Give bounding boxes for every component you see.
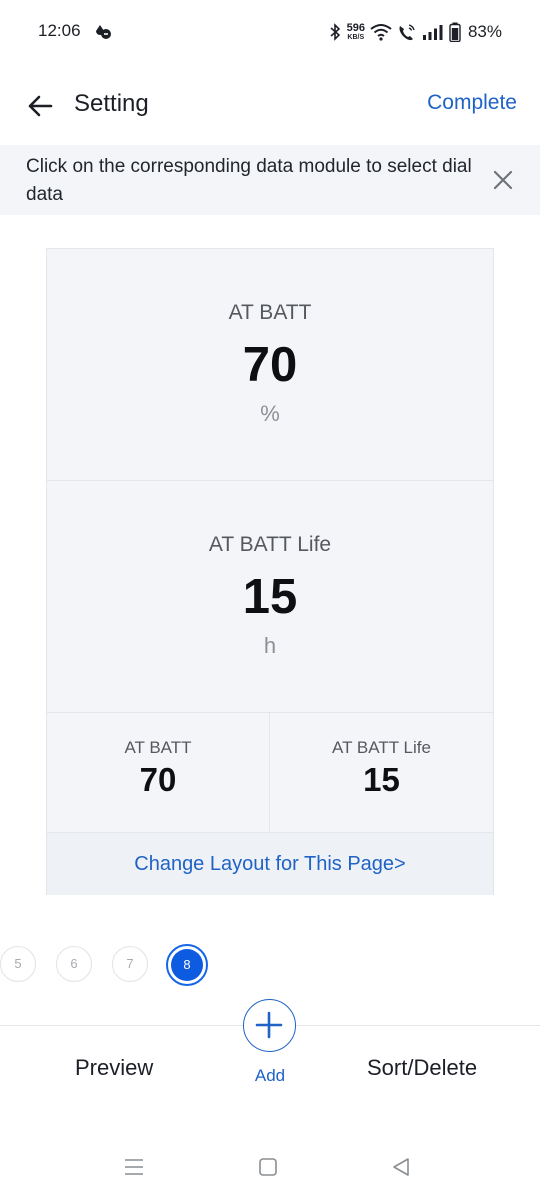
wifi-icon bbox=[370, 24, 392, 41]
page-dot-6[interactable]: 6 bbox=[56, 946, 92, 982]
page-indicator: 5 6 7 8 bbox=[0, 944, 540, 986]
preview-button[interactable]: Preview bbox=[75, 1055, 153, 1081]
system-navigation-bar bbox=[0, 1150, 540, 1184]
battery-icon bbox=[449, 22, 461, 42]
module-value: 70 bbox=[242, 338, 298, 392]
home-icon[interactable] bbox=[258, 1157, 278, 1177]
change-layout-link[interactable]: Change Layout for This Page> bbox=[47, 833, 493, 895]
page-dot-7[interactable]: 7 bbox=[112, 946, 148, 982]
data-module-4[interactable]: AT BATT Life 15 bbox=[270, 713, 493, 832]
page-dot-active-label: 8 bbox=[171, 949, 203, 981]
back-triangle-icon[interactable] bbox=[390, 1156, 412, 1178]
module-unit: % bbox=[260, 401, 280, 426]
bluetooth-icon bbox=[330, 23, 340, 41]
menu-icon[interactable] bbox=[124, 1157, 144, 1177]
data-module-3[interactable]: AT BATT 70 bbox=[47, 713, 270, 832]
add-button[interactable] bbox=[243, 999, 296, 1052]
page-title: Setting bbox=[74, 90, 149, 117]
plus-icon bbox=[255, 1011, 283, 1039]
signal-icon bbox=[422, 25, 443, 40]
add-label[interactable]: Add bbox=[240, 1066, 300, 1086]
sort-delete-button[interactable]: Sort/Delete bbox=[367, 1055, 477, 1081]
dnd-icon bbox=[96, 25, 111, 39]
net-speed-unit: KB/S bbox=[347, 34, 365, 41]
hint-banner: Click on the corresponding data module t… bbox=[0, 145, 540, 215]
header: Setting Complete bbox=[0, 76, 540, 134]
hint-text: Click on the corresponding data module t… bbox=[26, 156, 472, 205]
module-label: AT BATT bbox=[124, 738, 192, 757]
data-module-1[interactable]: AT BATT 70 % bbox=[47, 249, 493, 481]
dial-preview-card: AT BATT 70 % AT BATT Life 15 h AT BATT 7… bbox=[46, 248, 494, 895]
module-value: 70 bbox=[139, 761, 177, 798]
complete-button[interactable]: Complete bbox=[427, 91, 517, 115]
module-value: 15 bbox=[363, 761, 400, 798]
module-label: AT BATT Life bbox=[332, 738, 431, 757]
status-time: 12:06 bbox=[38, 21, 81, 40]
net-speed-value: 596 bbox=[346, 22, 365, 34]
module-label: AT BATT bbox=[228, 301, 312, 324]
back-arrow-icon[interactable] bbox=[26, 92, 54, 120]
close-icon[interactable] bbox=[491, 168, 515, 192]
module-value: 15 bbox=[242, 570, 298, 624]
data-module-2[interactable]: AT BATT Life 15 h bbox=[47, 481, 493, 713]
page-dot-5[interactable]: 5 bbox=[0, 946, 36, 982]
status-icons: 596 KB/S 83% bbox=[328, 20, 502, 44]
battery-percent: 83% bbox=[467, 22, 502, 41]
page-dot-active[interactable]: 8 bbox=[166, 944, 208, 986]
status-bar: 12:06 596 KB/S 83% bbox=[0, 0, 540, 64]
wifi-calling-icon bbox=[399, 24, 415, 41]
small-modules-row: AT BATT 70 AT BATT Life 15 bbox=[47, 713, 493, 833]
net-speed: 596 KB/S bbox=[346, 22, 365, 42]
module-unit: h bbox=[263, 633, 277, 658]
module-label: AT BATT Life bbox=[208, 533, 332, 556]
